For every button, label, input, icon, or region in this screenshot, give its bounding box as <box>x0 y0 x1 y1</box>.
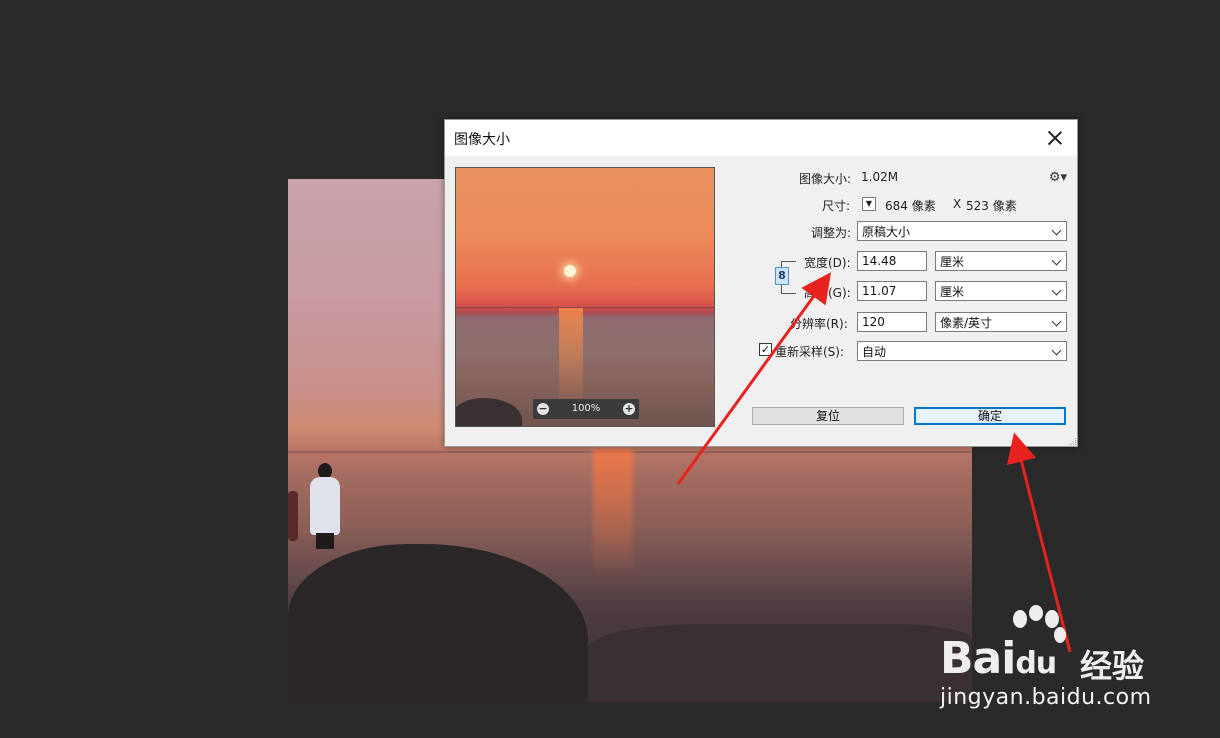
preview-reflection <box>559 308 583 408</box>
watermark-logo: Baidu <box>940 633 1057 684</box>
dimensions-width: 684 像素 <box>885 199 936 213</box>
resolution-input[interactable]: 120 <box>857 312 927 332</box>
fit-to-label: 调整为: <box>811 226 852 240</box>
chevron-down-icon <box>1051 316 1062 327</box>
image-size-label: 图像大小: <box>799 172 852 186</box>
fit-to-select[interactable]: 原稿大小 <box>857 221 1067 241</box>
chevron-down-icon <box>1051 255 1062 266</box>
image-size-value: 1.02M <box>861 170 899 184</box>
preview-horizon <box>456 307 714 308</box>
person-silhouette-edge <box>288 491 298 541</box>
baidu-jingyan-watermark: Baidu 经验 jingyan.baidu.com <box>940 605 1170 715</box>
dimensions-unit-dropdown[interactable]: ▼ <box>862 197 876 211</box>
resample-select[interactable]: 自动 <box>857 341 1067 361</box>
dialog-titlebar: 图像大小 <box>445 120 1077 156</box>
fit-to-value: 原稿大小 <box>862 225 911 239</box>
reset-button[interactable]: 复位 <box>752 407 904 425</box>
width-unit-value: 厘米 <box>940 255 965 269</box>
gear-icon[interactable]: ⚙▾ <box>1049 170 1067 185</box>
image-size-dialog: 图像大小 − 100% + ⚙▾ 图像大小: 1.02M 尺寸: ▼ 684 像… <box>444 119 1078 447</box>
resolution-label: 分辨率(R): <box>790 317 848 331</box>
person-in-white-coat <box>308 463 342 549</box>
watermark-url: jingyan.baidu.com <box>940 685 1152 710</box>
resolution-unit-select[interactable]: 像素/英寸 <box>935 312 1067 332</box>
preview-sun <box>564 265 576 277</box>
width-input[interactable]: 14.48 <box>857 251 927 271</box>
chevron-down-icon <box>1051 345 1062 356</box>
dimensions-height: 523 像素 <box>966 199 1017 213</box>
resample-checkbox[interactable]: ✓ <box>759 343 772 356</box>
image-preview[interactable]: − 100% + <box>455 167 715 427</box>
width-unit-select[interactable]: 厘米 <box>935 251 1067 271</box>
watermark-brand: 经验 <box>1080 647 1145 685</box>
resample-value: 自动 <box>862 345 887 359</box>
chevron-down-icon <box>1051 285 1062 296</box>
dimensions-label: 尺寸: <box>822 199 851 213</box>
shore-rocks <box>588 624 972 702</box>
height-unit-select[interactable]: 厘米 <box>935 281 1067 301</box>
preview-zoom-bar: − 100% + <box>533 399 639 419</box>
dialog-title: 图像大小 <box>454 132 510 148</box>
preview-rock <box>456 398 522 426</box>
chain-link-icon[interactable]: 8 <box>775 267 789 285</box>
close-icon[interactable] <box>1045 128 1065 148</box>
foreground-rock <box>288 544 588 702</box>
height-input[interactable]: 11.07 <box>857 281 927 301</box>
width-label: 宽度(D): <box>804 256 851 270</box>
resolution-unit-value: 像素/英寸 <box>940 316 993 330</box>
resize-grip[interactable] <box>1069 438 1076 445</box>
resample-label: 重新采样(S): <box>775 345 845 359</box>
ok-button[interactable]: 确定 <box>914 407 1066 425</box>
dimensions-separator: X <box>953 197 962 211</box>
height-unit-value: 厘米 <box>940 285 965 299</box>
plus-circle-icon[interactable]: + <box>623 403 635 415</box>
sun-reflection <box>593 449 633 579</box>
chevron-down-icon <box>1051 225 1062 236</box>
height-label: 高度(G): <box>804 286 851 300</box>
